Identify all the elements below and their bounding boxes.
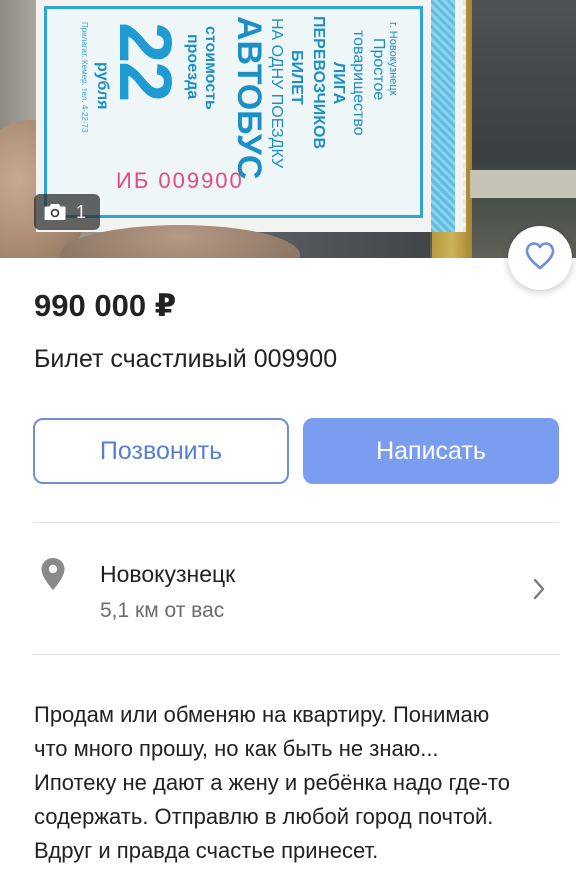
listing-description: Продам или обменяю на квартиру. Понимаю … bbox=[34, 698, 554, 868]
ticket-price: 22 bbox=[104, 22, 187, 101]
description-line: Продам или обменяю на квартиру. Понимаю bbox=[34, 702, 490, 727]
listing-price: 990 000 ₽ bbox=[34, 288, 177, 323]
listing-title: Билет счастливый 009900 bbox=[34, 345, 338, 373]
ticket-city: г. Новокузнецк bbox=[387, 22, 399, 96]
description-line: что много прошу, но как быть не знаю... bbox=[34, 736, 439, 761]
listing-photo[interactable]: г. Новокузнецк Простое товарищество ЛИГА… bbox=[0, 0, 576, 258]
favorite-button[interactable] bbox=[508, 226, 572, 290]
ticket-line2: товарищество bbox=[350, 30, 367, 136]
ticket-line6: НА ОДНУ ПОЕЗДКУ bbox=[268, 18, 285, 169]
chevron-right-icon bbox=[532, 578, 546, 605]
ticket-print-info: Прилагат. Кемер. тел. 4-22-73 bbox=[80, 22, 89, 133]
bus-ticket: г. Новокузнецк Простое товарищество ЛИГА… bbox=[36, 0, 466, 232]
ticket-line5: БИЛЕТ bbox=[288, 50, 305, 105]
description-line: Вдруг и правда счастье принесет. bbox=[34, 838, 379, 863]
ticket-currency: рубля bbox=[94, 62, 111, 110]
ticket-line3: ЛИГА bbox=[330, 62, 347, 105]
location-distance: 5,1 км от вас bbox=[100, 599, 225, 622]
write-button[interactable]: Написать bbox=[303, 418, 559, 484]
photo-background-shelf bbox=[470, 170, 576, 198]
description-line: содержать. Отправлю в любой город почтой… bbox=[34, 804, 494, 829]
ticket-cost-line1: стоимость bbox=[202, 26, 219, 110]
ticket-bus-label: АВТОБУС bbox=[230, 16, 268, 180]
camera-icon bbox=[44, 203, 66, 221]
call-button[interactable]: Позвонить bbox=[33, 418, 289, 484]
location-city: Новокузнецк bbox=[100, 561, 236, 587]
location-pin-icon bbox=[40, 557, 66, 596]
divider bbox=[33, 654, 559, 655]
ticket-serial: ИБ 009900 bbox=[116, 168, 244, 193]
photo-count: 1 bbox=[76, 201, 87, 222]
ticket-line4: ПЕРЕВОЗЧИКОВ bbox=[310, 16, 327, 150]
ticket-line1: Простое bbox=[370, 38, 387, 101]
photo-counter[interactable]: 1 bbox=[34, 194, 100, 230]
heart-icon bbox=[524, 241, 556, 276]
description-line: Ипотеку не дают а жену и ребёнка надо гд… bbox=[34, 770, 510, 795]
ticket-stripe bbox=[431, 0, 455, 232]
divider bbox=[33, 522, 559, 523]
